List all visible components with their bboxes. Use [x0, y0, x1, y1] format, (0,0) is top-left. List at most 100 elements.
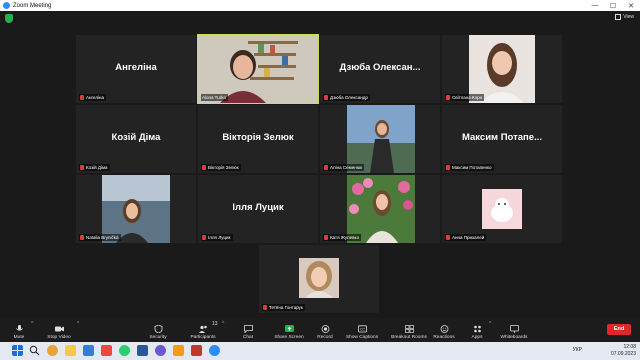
participant-video — [320, 175, 440, 243]
meeting-top-strip: View — [0, 11, 640, 27]
reactions-smiley-icon — [440, 325, 448, 333]
participant-label: Natalia Bryničká — [79, 234, 121, 241]
file-explorer-icon[interactable] — [65, 345, 76, 356]
mic-muted-icon — [446, 165, 450, 170]
participant-label: Аліна Семенюк — [323, 164, 365, 171]
minimize-icon[interactable]: — — [586, 2, 604, 9]
shield-icon — [154, 325, 162, 333]
whiteboard-icon — [509, 325, 519, 333]
participant-label: Максим Потапенко — [445, 164, 494, 171]
apps-button[interactable]: Apps — [468, 318, 486, 342]
video-tile[interactable]: Аліна Семенюк — [320, 105, 440, 173]
microphone-icon — [15, 325, 23, 331]
participant-label: Вікторія Зелюк — [201, 164, 241, 171]
pdf-reader-icon[interactable] — [191, 345, 202, 356]
participant-label: Козій Діма — [79, 164, 110, 171]
participant-label: Анна Прихалей — [445, 234, 487, 241]
participant-label: Катя Жулевко — [323, 234, 362, 241]
breakout-rooms-icon — [404, 325, 414, 333]
mute-button[interactable]: Mute — [8, 318, 30, 342]
store-icon[interactable] — [83, 345, 94, 356]
video-tile[interactable]: Світлана Корн — [442, 35, 562, 103]
encryption-shield-icon[interactable] — [5, 14, 13, 23]
participant-name: Максим Потапе... — [461, 132, 542, 143]
participant-name: Козій Діма — [111, 132, 161, 143]
participant-label: Ілля Луцик — [201, 234, 233, 241]
video-tile-active-speaker[interactable]: Alona Turko — [197, 34, 319, 104]
profile-picture — [299, 258, 339, 298]
profile-picture — [482, 189, 522, 229]
window-title: Zoom Meeting — [13, 2, 52, 9]
zoom-taskbar-icon[interactable] — [209, 345, 220, 356]
apps-options-chevron-icon[interactable]: ^ — [489, 321, 491, 327]
chat-button[interactable]: Chat — [238, 318, 258, 342]
mic-muted-icon — [80, 165, 84, 170]
chat-icon — [243, 325, 253, 333]
show-captions-button[interactable]: CC Show Captions — [343, 318, 381, 342]
meeting-toolbar: Mute ^ Stop Video ^ Security Participant… — [0, 318, 640, 342]
mic-muted-icon — [202, 235, 206, 240]
participant-video — [198, 35, 318, 103]
share-screen-button[interactable]: Share Screen — [273, 318, 305, 342]
video-tile[interactable]: Вікторія Зелюк Вікторія Зелюк — [198, 105, 318, 173]
participant-name: Ангеліна — [115, 62, 157, 73]
windows-start-icon[interactable] — [12, 345, 23, 356]
window-title-bar: Zoom Meeting — ☐ ✕ — [0, 0, 640, 11]
participant-name: Дзюба Олексан... — [339, 62, 421, 73]
windows-taskbar: УКР 12:08 07.09.2023 — [0, 342, 640, 360]
record-icon — [321, 325, 329, 333]
video-tile[interactable]: Ангеліна Ангеліна — [76, 35, 196, 103]
video-tile[interactable]: Natalia Bryničká — [76, 175, 196, 243]
stop-video-button[interactable]: Stop Video — [42, 318, 76, 342]
mic-muted-icon — [446, 95, 450, 100]
participant-video — [442, 35, 562, 103]
system-clock[interactable]: 12:08 07.09.2023 — [611, 344, 636, 357]
browser-icon[interactable] — [119, 345, 130, 356]
chrome-icon[interactable] — [47, 345, 58, 356]
security-button[interactable]: Security — [146, 318, 170, 342]
share-screen-icon — [284, 325, 294, 332]
mic-muted-icon — [324, 235, 328, 240]
video-tile[interactable]: Дзюба Олексан... Дзюба Олександр — [320, 35, 440, 103]
close-icon[interactable]: ✕ — [622, 2, 640, 10]
participants-count: 13 — [212, 321, 218, 327]
record-button[interactable]: Record — [314, 318, 336, 342]
video-tile[interactable]: Козій Діма Козій Діма — [76, 105, 196, 173]
video-tile[interactable]: Тетяна Гонтарук — [259, 245, 379, 313]
mic-muted-icon — [263, 305, 267, 310]
video-tile[interactable]: Анна Прихалей — [442, 175, 562, 243]
participant-name: Вікторія Зелюк — [222, 132, 294, 143]
keyboard-language[interactable]: УКР — [573, 347, 582, 353]
participants-options-chevron-icon[interactable]: ^ — [222, 321, 224, 327]
video-tile[interactable]: Ілля Луцик Ілля Луцик — [198, 175, 318, 243]
app-icon[interactable] — [173, 345, 184, 356]
mic-muted-icon — [446, 235, 450, 240]
mic-muted-icon — [202, 165, 206, 170]
svg-text:CC: CC — [359, 328, 365, 332]
apps-icon — [473, 325, 481, 333]
video-options-chevron-icon[interactable]: ^ — [77, 321, 79, 327]
participant-label: Alona Turko — [201, 94, 229, 101]
view-button[interactable]: View — [615, 14, 634, 20]
mic-muted-icon — [324, 165, 328, 170]
video-tile[interactable]: Максим Потапе... Максим Потапенко — [442, 105, 562, 173]
mute-options-chevron-icon[interactable]: ^ — [31, 321, 33, 327]
reactions-button[interactable]: Reactions — [430, 318, 458, 342]
mic-muted-icon — [80, 95, 84, 100]
mic-muted-icon — [80, 235, 84, 240]
viber-icon[interactable] — [155, 345, 166, 356]
participant-label: Ангеліна — [79, 94, 106, 101]
app-icon[interactable] — [101, 345, 112, 356]
view-label: View — [623, 14, 634, 20]
maximize-icon[interactable]: ☐ — [604, 2, 622, 10]
video-tile[interactable]: Катя Жулевко — [320, 175, 440, 243]
whiteboards-button[interactable]: Whiteboards — [498, 318, 530, 342]
participant-video — [320, 105, 440, 173]
participant-video — [76, 175, 196, 243]
end-meeting-button[interactable]: End — [607, 324, 631, 335]
search-icon[interactable] — [29, 345, 40, 356]
mic-muted-icon — [324, 95, 328, 100]
word-icon[interactable] — [137, 345, 148, 356]
zoom-logo-icon — [3, 2, 10, 9]
breakout-rooms-button[interactable]: Breakout Rooms — [390, 318, 428, 342]
